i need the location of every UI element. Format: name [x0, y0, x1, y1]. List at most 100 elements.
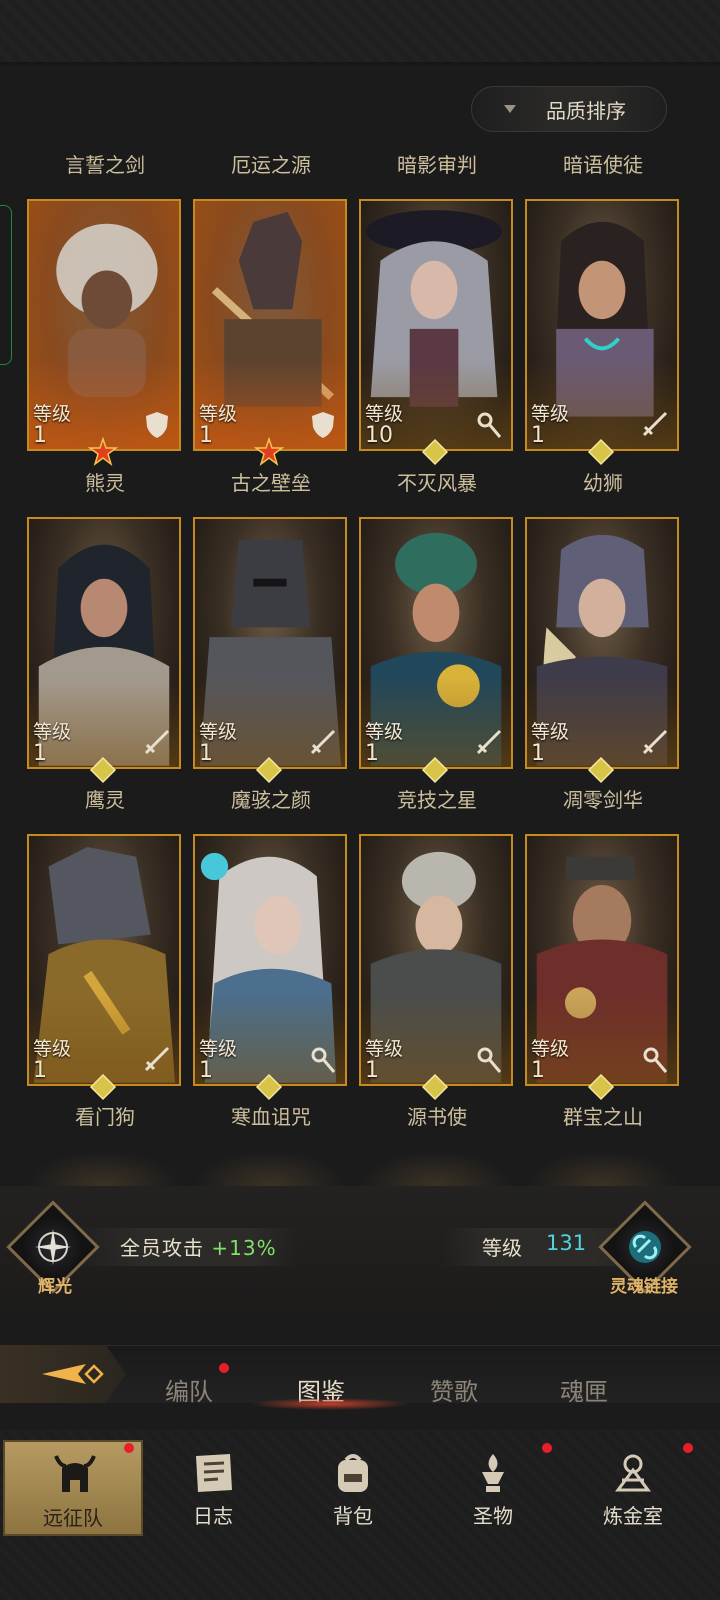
shield-icon [312, 412, 334, 438]
level-label: 等级 [365, 721, 404, 743]
level-value: 10 [365, 423, 393, 448]
hero-card[interactable]: 等级 1 [27, 517, 181, 769]
level-value: 1 [33, 423, 47, 448]
hero-name: 鹰灵 [85, 788, 125, 812]
attack-buff-text: 全员攻击 +13% [120, 1232, 277, 1261]
level-label: 等级 [199, 403, 238, 425]
level-label: 等级 [33, 721, 72, 743]
hero-card[interactable]: 等级 1 [193, 517, 347, 769]
soul-link-caption: 灵魂链接 [610, 1277, 678, 1297]
hero-name: 厄运之源 [231, 153, 311, 177]
nav-label: 背包 [333, 1504, 373, 1528]
hero-name: 凋零剑华 [563, 788, 643, 812]
staff-icon [477, 1047, 502, 1073]
sword-icon [476, 729, 502, 755]
hero-card[interactable]: 等级 1 [359, 834, 513, 1086]
nav-label: 炼金室 [603, 1504, 663, 1528]
hero-name: 寒血诅咒 [231, 1105, 311, 1129]
level-value: 1 [199, 741, 213, 766]
rank-star-icon [88, 437, 118, 466]
sword-icon [144, 729, 170, 755]
hero-card-partial[interactable] [27, 1150, 181, 1186]
level-value: 1 [199, 423, 213, 448]
hero-card[interactable]: 等级 1 [525, 834, 679, 1086]
rank-diamond-icon [587, 1073, 615, 1101]
compass-icon [35, 1229, 71, 1265]
hero-name: 暗影审判 [397, 153, 477, 177]
level-value: 1 [365, 741, 379, 766]
hero-card-partial[interactable] [193, 1150, 347, 1186]
level-label: 等级 [531, 721, 570, 743]
hero-card[interactable]: 等级 1 [359, 517, 513, 769]
level-label: 等级 [531, 1038, 570, 1060]
hero-name: 源书使 [407, 1105, 467, 1129]
hero-name: 古之壁垒 [231, 471, 311, 495]
sword-icon [642, 729, 668, 755]
tab-formation[interactable]: 编队 [165, 1372, 213, 1407]
level-label: 等级 [365, 403, 404, 425]
journal-icon [196, 1454, 232, 1492]
chain-link-icon [629, 1231, 661, 1263]
rank-diamond-icon [587, 756, 615, 784]
hero-name: 暗语使徒 [563, 153, 643, 177]
hero-card[interactable]: 等级 10 [359, 199, 513, 451]
back-button[interactable] [0, 1345, 126, 1403]
tab-anthem[interactable]: 赞歌 [430, 1372, 478, 1407]
hero-card[interactable]: 等级 1 [193, 199, 347, 451]
notification-dot [124, 1443, 134, 1453]
hero-card[interactable]: 等级 1 [27, 199, 181, 451]
backpack-icon [338, 1454, 368, 1492]
hero-card[interactable]: 等级 1 [525, 517, 679, 769]
top-ornate-bar [0, 0, 720, 68]
level-label: 等级 [33, 403, 72, 425]
level-value: 1 [33, 741, 47, 766]
rank-diamond-icon [89, 756, 117, 784]
nav-alchemy[interactable]: 炼金室 [563, 1440, 703, 1536]
level-value: 1 [199, 1058, 213, 1083]
hero-card-partial[interactable] [359, 1150, 513, 1186]
hero-card[interactable]: 等级 1 [193, 834, 347, 1086]
hero-name: 熊灵 [85, 471, 125, 495]
shield-icon [146, 412, 168, 438]
hero-name: 群宝之山 [563, 1105, 643, 1129]
hero-name: 竞技之星 [397, 788, 477, 812]
rank-diamond-icon [255, 756, 283, 784]
nav-label: 日志 [193, 1504, 233, 1528]
nav-journal[interactable]: 日志 [143, 1440, 283, 1536]
attack-buff-label: 全员攻击 [120, 1236, 204, 1260]
nav-label: 远征队 [43, 1506, 103, 1530]
rank-diamond-icon [421, 438, 449, 466]
side-drawer-handle[interactable] [0, 205, 12, 365]
nav-relics[interactable]: 圣物 [423, 1440, 563, 1536]
level-label: 等级 [199, 1038, 238, 1060]
hero-card[interactable]: 等级 1 [27, 834, 181, 1086]
level-value: 1 [531, 423, 545, 448]
radiance-caption: 辉光 [38, 1277, 72, 1297]
sort-dropdown[interactable]: 品质排序 [471, 86, 667, 132]
rank-diamond-icon [421, 756, 449, 784]
rank-diamond-icon [89, 1073, 117, 1101]
level-value: 1 [33, 1058, 47, 1083]
hero-card-partial[interactable] [525, 1150, 679, 1186]
chevron-down-icon [504, 105, 516, 113]
soul-link-level-label: 等级 [482, 1236, 522, 1260]
level-value: 1 [531, 1058, 545, 1083]
sword-icon [310, 729, 336, 755]
nav-expedition[interactable]: 远征队 [3, 1440, 143, 1536]
level-label: 等级 [531, 403, 570, 425]
sort-label: 品质排序 [546, 98, 626, 123]
hero-card[interactable]: 等级 1 [525, 199, 679, 451]
hero-name: 魔骇之颜 [231, 788, 311, 812]
level-label: 等级 [33, 1038, 72, 1060]
tab-soul-box[interactable]: 魂匣 [560, 1372, 608, 1407]
level-value: 1 [531, 741, 545, 766]
nav-backpack[interactable]: 背包 [283, 1440, 423, 1536]
notification-dot [683, 1443, 693, 1453]
hero-name: 不灭风暴 [397, 471, 477, 495]
rank-star-icon [254, 437, 284, 466]
notification-dot [219, 1363, 229, 1373]
sword-icon [642, 411, 668, 437]
active-tab-indicator [250, 1398, 410, 1410]
hero-name: 看门狗 [75, 1105, 135, 1129]
level-value: 1 [365, 1058, 379, 1083]
